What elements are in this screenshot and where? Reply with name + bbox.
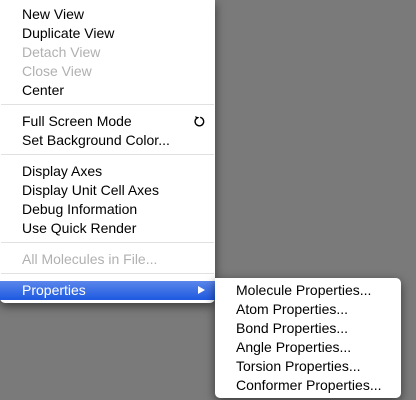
menu-item-duplicate-view[interactable]: Duplicate View: [0, 24, 215, 43]
menu-separator: [1, 273, 214, 274]
triangle-right-icon: [198, 286, 205, 294]
menu-item-display-unit-cell-axes[interactable]: Display Unit Cell Axes: [0, 181, 215, 200]
menu-item-center[interactable]: Center: [0, 81, 215, 100]
menu-item-properties[interactable]: Properties: [0, 281, 215, 300]
menu-item-properties-label: Properties: [22, 282, 86, 298]
submenu-item-atom-properties[interactable]: Atom Properties...: [215, 300, 401, 319]
properties-submenu: Molecule Properties... Atom Properties..…: [215, 278, 401, 398]
submenu-item-molecule-properties[interactable]: Molecule Properties...: [215, 281, 401, 300]
menu-separator: [1, 104, 214, 105]
menu-item-all-molecules-in-file: All Molecules in File...: [22, 251, 158, 267]
menu-item-full-screen-mode-label: Full Screen Mode: [22, 113, 132, 129]
menu-item-display-axes[interactable]: Display Axes: [0, 162, 215, 181]
submenu-item-bond-properties[interactable]: Bond Properties...: [215, 319, 401, 338]
menu-item-new-view[interactable]: New View: [0, 5, 215, 24]
menu-item-full-screen-mode[interactable]: Full Screen Mode: [0, 112, 215, 131]
view-context-menu: New View Duplicate View Detach View Clos…: [0, 0, 215, 303]
menu-separator: [1, 154, 214, 155]
menu-item-debug-information[interactable]: Debug Information: [0, 200, 215, 219]
menu-item-detach-view: Detach View: [22, 44, 101, 60]
rotate-arrow-icon: [194, 116, 205, 127]
menu-item-close-view: Close View: [22, 63, 92, 79]
submenu-item-angle-properties[interactable]: Angle Properties...: [215, 338, 401, 357]
menu-item-use-quick-render[interactable]: Use Quick Render: [0, 219, 215, 238]
menu-item-set-background-color[interactable]: Set Background Color...: [0, 131, 215, 150]
menu-separator: [1, 242, 214, 243]
submenu-item-conformer-properties[interactable]: Conformer Properties...: [215, 376, 401, 395]
submenu-item-torsion-properties[interactable]: Torsion Properties...: [215, 357, 401, 376]
